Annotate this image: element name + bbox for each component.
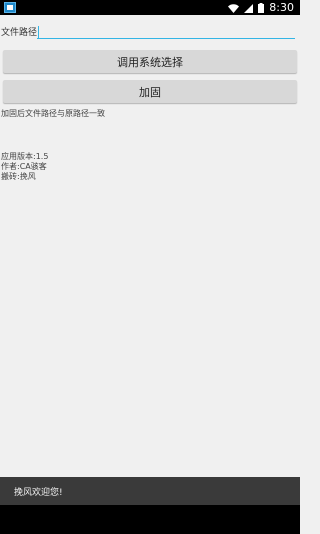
status-time: 8:30 xyxy=(269,1,294,14)
app-notification-icon xyxy=(4,2,16,13)
signal-icon xyxy=(244,0,254,17)
text-cursor xyxy=(38,26,39,38)
file-path-label: 文件路径 xyxy=(1,28,38,38)
navigation-bar xyxy=(0,505,300,534)
system-select-button[interactable]: 调用系统选择 xyxy=(3,50,297,73)
wifi-icon xyxy=(228,0,240,17)
path-hint-text: 加固后文件路径与原路径一致 xyxy=(1,109,105,118)
toast: 挽风欢迎您! xyxy=(0,477,300,505)
harden-button[interactable]: 加固 xyxy=(3,80,297,103)
status-bar: 8:30 xyxy=(0,0,300,15)
file-path-row: 文件路径 xyxy=(0,22,300,40)
porter-text: 搬砖:挽风 xyxy=(1,172,36,181)
battery-icon xyxy=(258,0,265,17)
status-icons: 8:30 xyxy=(228,0,294,15)
file-path-input[interactable] xyxy=(37,24,295,39)
toast-message: 挽风欢迎您! xyxy=(14,488,63,498)
